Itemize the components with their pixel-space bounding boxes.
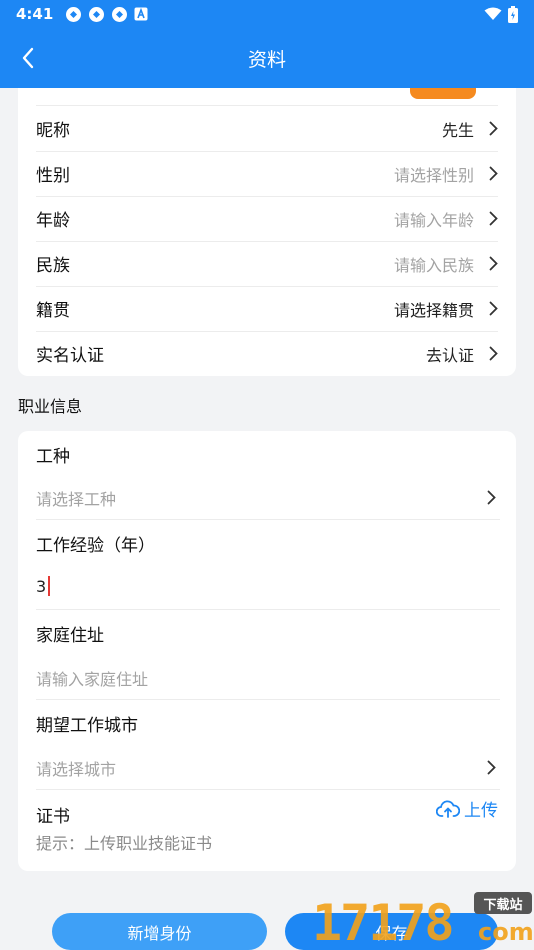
home-address-label: 家庭住址 [36, 626, 104, 646]
chevron-right-icon [480, 166, 498, 181]
status-bar: 4:41 [0, 0, 534, 28]
row-nickname[interactable]: 昵称 先生 [36, 106, 498, 151]
a-badge-icon [134, 7, 148, 21]
certificate-label: 证书 [36, 807, 70, 827]
section-title-career: 职业信息 [18, 397, 83, 416]
watermark-suffix: com [478, 918, 534, 946]
row-value: 先生 [441, 120, 474, 140]
row-value: 请选择性别 [393, 165, 474, 185]
chevron-right-icon [480, 346, 498, 361]
chevron-right-icon [484, 487, 498, 507]
divider [36, 699, 500, 700]
app-icon [112, 6, 128, 22]
chevron-right-icon [484, 757, 498, 777]
chevron-right-icon [480, 121, 498, 136]
row-native-place[interactable]: 籍贯 请选择籍贯 [36, 286, 498, 331]
home-address-input[interactable]: 请输入家庭住址 [36, 666, 148, 690]
back-button[interactable] [10, 40, 46, 76]
experience-value: 3 [36, 576, 47, 596]
job-type-select[interactable]: 请选择工种 [36, 486, 116, 510]
row-real-name-auth[interactable]: 实名认证 去认证 [36, 331, 498, 376]
chevron-right-icon [480, 211, 498, 226]
row-gender[interactable]: 性别 请选择性别 [36, 151, 498, 196]
chevron-right-icon [480, 256, 498, 271]
chevron-right-icon [480, 301, 498, 316]
row-value: 请选择籍贯 [393, 300, 474, 320]
row-value: 请输入民族 [393, 255, 474, 275]
divider [36, 789, 500, 790]
certificate-hint: 提示：上传职业技能证书 [36, 834, 213, 853]
career-card: 工种 请选择工种 工作经验（年） 3 家庭住址 请输入家庭住址 期望工作城市 请… [18, 431, 516, 871]
row-label: 实名认证 [36, 346, 104, 366]
orange-badge [410, 88, 476, 99]
upload-button[interactable]: 上传 [436, 796, 498, 821]
watermark-number: 17178 [312, 894, 455, 950]
status-right-icons [484, 5, 518, 23]
row-label: 年龄 [36, 211, 70, 231]
divider [36, 609, 500, 610]
app-icon [89, 6, 105, 22]
row-label: 籍贯 [36, 301, 70, 321]
battery-icon [508, 5, 518, 23]
status-time: 4:41 [16, 5, 54, 23]
upload-label: 上传 [464, 801, 498, 821]
profile-card: 昵称 先生 性别 请选择性别 年龄 请输入年龄 民族 请输入民族 籍贯 请选择籍… [18, 88, 516, 376]
row-age[interactable]: 年龄 请输入年龄 [36, 196, 498, 241]
expected-city-select[interactable]: 请选择城市 [36, 756, 116, 780]
app-bar: 资料 [0, 28, 534, 88]
row-value: 去认证 [425, 345, 474, 365]
experience-input[interactable]: 3 [36, 576, 51, 596]
cloud-upload-icon [436, 799, 460, 818]
page-title: 资料 [247, 48, 286, 71]
notification-icons [65, 6, 148, 23]
app-icon [66, 6, 82, 22]
wifi-icon [484, 7, 502, 20]
text-caret [48, 576, 51, 596]
watermark-tag: 下载站 [474, 892, 532, 914]
expected-city-label: 期望工作城市 [36, 716, 138, 736]
row-label: 民族 [36, 256, 70, 276]
row-label: 性别 [36, 166, 70, 186]
row-ethnicity[interactable]: 民族 请输入民族 [36, 241, 498, 286]
row-value: 请输入年龄 [393, 210, 474, 230]
add-identity-button[interactable]: 新增身份 [52, 913, 267, 950]
row-label: 昵称 [36, 121, 70, 141]
divider [36, 519, 500, 520]
chevron-left-icon [22, 47, 34, 69]
watermark-logo: 17178 com 下载站 [312, 888, 534, 950]
experience-label: 工作经验（年） [36, 536, 155, 556]
job-type-label: 工种 [36, 447, 70, 467]
